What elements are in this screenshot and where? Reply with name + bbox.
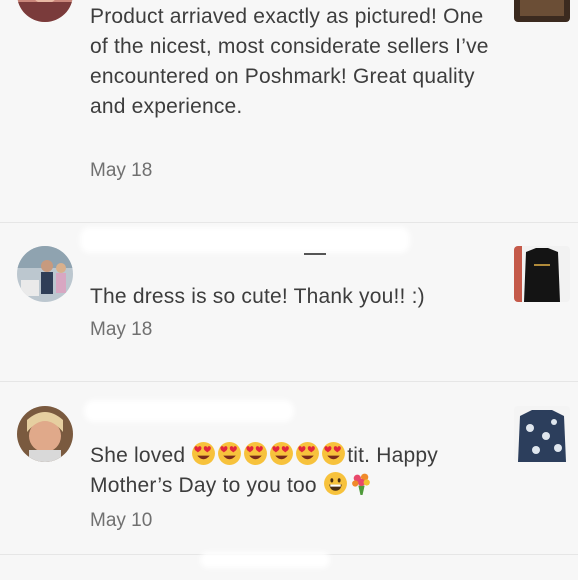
heart-eyes-emoji xyxy=(322,442,346,465)
grinning-emoji xyxy=(323,472,347,495)
product-thumbnail[interactable] xyxy=(514,0,570,22)
reviewer-name-redacted xyxy=(200,552,330,568)
heart-eyes-emoji xyxy=(192,442,216,465)
review-text-part: She loved xyxy=(90,444,186,467)
review-item-3: She loved tit. Happy Mother’s Day to you… xyxy=(0,382,578,554)
review-text: The dress is so cute! Thank you!! :) xyxy=(90,285,425,308)
review-item-2: The dress is so cute! Thank you!! :) May… xyxy=(0,223,578,381)
reviewer-avatar[interactable] xyxy=(17,406,73,462)
heart-eyes-emoji xyxy=(218,442,242,465)
heart-eyes-emoji xyxy=(244,442,268,465)
name-dash xyxy=(304,253,326,255)
reviewer-avatar[interactable] xyxy=(17,0,73,22)
bouquet-emoji xyxy=(351,473,370,495)
reviewer-name-redacted xyxy=(80,227,410,253)
review-date: May 18 xyxy=(90,160,153,181)
review-date: May 10 xyxy=(90,510,153,531)
reviewer-avatar[interactable] xyxy=(17,246,73,302)
review-item-1: Product arriaved exactly as pictured! On… xyxy=(0,0,578,222)
product-thumbnail[interactable] xyxy=(514,406,570,462)
review-text-part: Mother’s Day to you too xyxy=(90,474,317,497)
product-thumbnail[interactable] xyxy=(514,246,570,302)
review-text-part: tit. Happy xyxy=(347,444,438,467)
reviewer-name-redacted xyxy=(84,400,294,422)
review-text: She loved tit. Happy Mother’s Day to you… xyxy=(90,441,500,501)
emoji-row xyxy=(191,442,347,467)
review-date: May 18 xyxy=(90,319,153,340)
emoji-row xyxy=(323,472,375,497)
heart-eyes-emoji xyxy=(270,442,294,465)
review-text: Product arriaved exactly as pictured! On… xyxy=(90,5,489,118)
heart-eyes-emoji xyxy=(296,442,320,465)
